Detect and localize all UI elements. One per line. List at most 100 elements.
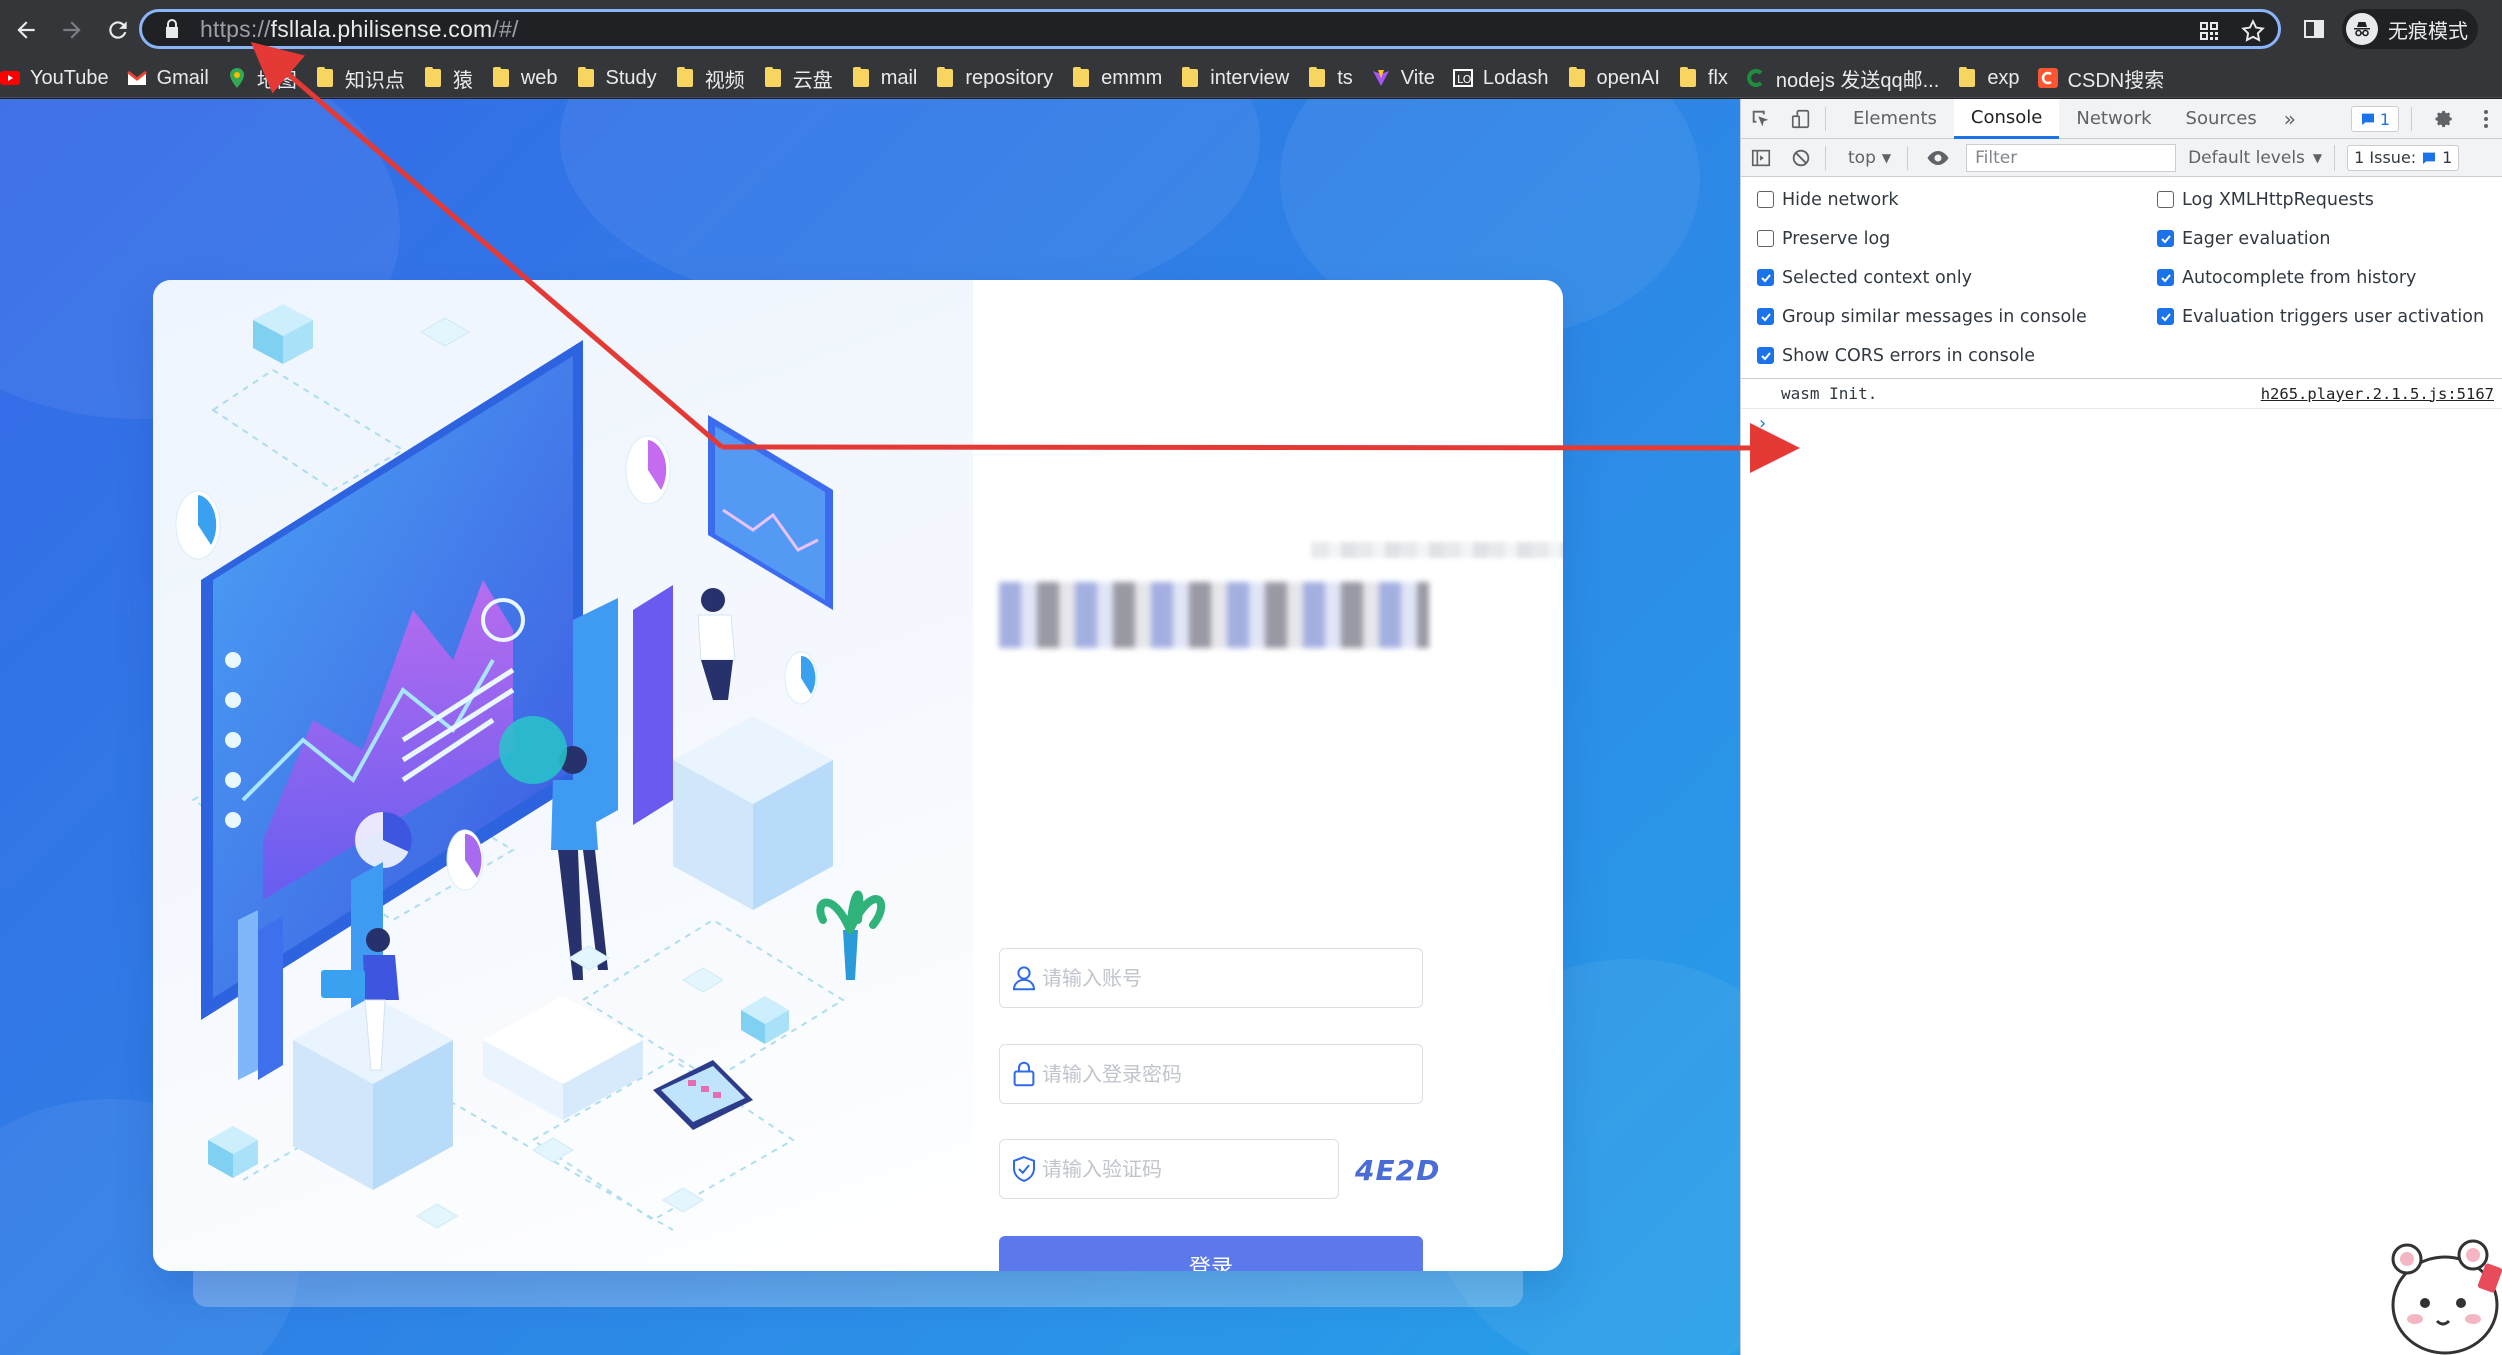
bookmark-item[interactable]: flx (1678, 67, 1742, 90)
chevron-down-icon: ▼ (1881, 150, 1892, 165)
forward-icon[interactable] (52, 10, 92, 50)
setting-checkbox-row[interactable]: Hide network (1757, 189, 2157, 210)
back-icon[interactable] (6, 10, 46, 50)
checkbox-unchecked-icon[interactable] (1757, 191, 1774, 208)
bookmark-item[interactable]: nodejs 发送qq邮... (1746, 64, 1953, 93)
url-host: fsllala.philisense.com (270, 15, 493, 42)
console-prompt[interactable]: › (1741, 409, 2502, 437)
tab-console[interactable]: Console (1953, 98, 2060, 139)
log-levels-dropdown[interactable]: Default levels ▼ (2188, 144, 2336, 171)
bookmark-item[interactable]: repository (935, 67, 1067, 90)
live-expression-eye-icon[interactable] (1918, 138, 1958, 178)
setting-label: Eager evaluation (2182, 228, 2331, 249)
bookmark-label: 猿 (452, 69, 473, 92)
captcha-input[interactable] (1042, 1141, 1332, 1197)
setting-checkbox-row[interactable]: Log XMLHttpRequests (2157, 189, 2502, 210)
levels-label: Default levels (2188, 147, 2305, 168)
folder-icon (935, 67, 955, 88)
tab-elements[interactable]: Elements (1836, 99, 1954, 139)
more-tabs-icon[interactable]: » (2274, 107, 2306, 131)
setting-checkbox-row[interactable]: Eager evaluation (2157, 228, 2502, 249)
bookmark-item[interactable]: YouTube (0, 67, 123, 90)
bookmark-item[interactable]: 云盘 (763, 64, 847, 93)
setting-checkbox-row[interactable]: Show CORS errors in console (1757, 345, 2157, 366)
bookmark-item[interactable]: interview (1180, 67, 1303, 90)
issues-counter[interactable]: 1 Issue: 1 (2347, 144, 2460, 171)
bookmark-item[interactable]: 知识点 (315, 64, 419, 93)
bookmark-label: ts (1337, 66, 1353, 89)
bookmark-label: CSDN搜索 (2067, 69, 2165, 92)
kebab-menu-icon[interactable] (2474, 99, 2498, 139)
address-bar[interactable]: https://fsllala.philisense.com/#/ (139, 9, 2281, 49)
bookmark-item[interactable]: Study (576, 67, 671, 90)
account-field[interactable] (999, 948, 1423, 1008)
login-card: 4E2D 登录 (153, 280, 1563, 1271)
bookmark-label: flx (1707, 66, 1728, 89)
captcha-field[interactable] (999, 1139, 1339, 1199)
bookmark-item[interactable]: 猿 (423, 64, 487, 93)
bookmark-item[interactable]: 地图 (227, 64, 311, 93)
bookmark-item[interactable]: ts (1307, 67, 1367, 90)
checkbox-checked-icon[interactable] (1757, 269, 1774, 286)
captcha-image[interactable]: 4E2D (1355, 1154, 1445, 1190)
reload-icon[interactable] (98, 10, 138, 50)
divider (1825, 106, 1826, 131)
messages-badge[interactable]: 1 (2350, 106, 2399, 132)
sidebar-toggle-icon[interactable] (1741, 138, 1781, 178)
checkbox-unchecked-icon[interactable] (2157, 191, 2174, 208)
settings-gear-icon[interactable] (2424, 99, 2464, 139)
checkbox-checked-icon[interactable] (1757, 347, 1774, 364)
checkbox-unchecked-icon[interactable] (1757, 230, 1774, 247)
setting-checkbox-row[interactable]: Selected context only (1757, 267, 2157, 288)
bookmark-item[interactable]: exp (1957, 67, 2033, 90)
login-button[interactable]: 登录 (999, 1236, 1423, 1271)
bookmark-item[interactable]: openAI (1567, 67, 1674, 90)
messages-count: 1 (2379, 109, 2390, 129)
c-icon (1746, 68, 1766, 88)
lock-icon (166, 19, 178, 38)
tab-network[interactable]: Network (2059, 99, 2168, 139)
checkbox-checked-icon[interactable] (1757, 308, 1774, 325)
console-messages: wasm Init. h265.player.2.1.5.js:5167 (1741, 379, 2502, 409)
setting-label: Log XMLHttpRequests (2182, 189, 2374, 210)
device-toolbar-icon[interactable] (1781, 99, 1821, 139)
lodash-icon: LO (1452, 68, 1473, 88)
incognito-profile-button[interactable]: 无痕模式 (2342, 9, 2478, 49)
qr-code-icon[interactable] (2194, 16, 2224, 46)
bookmark-item[interactable]: mail (851, 67, 932, 90)
checkbox-checked-icon[interactable] (2157, 308, 2174, 325)
password-field[interactable] (999, 1044, 1423, 1104)
context-selector[interactable]: top ▼ (1836, 148, 1903, 168)
bookmark-item[interactable]: emmm (1071, 67, 1176, 90)
setting-label: Selected context only (1782, 267, 1972, 288)
gmail-icon (126, 68, 147, 88)
bookmark-item[interactable]: web (491, 67, 572, 90)
checkbox-checked-icon[interactable] (2157, 230, 2174, 247)
bookmark-item[interactable]: Vite (1371, 67, 1449, 90)
clear-console-icon[interactable] (1781, 138, 1821, 178)
setting-checkbox-row[interactable]: Group similar messages in console (1757, 306, 2157, 327)
setting-checkbox-row[interactable]: Autocomplete from history (2157, 267, 2502, 288)
bookmark-item[interactable]: LO Lodash (1452, 66, 1563, 90)
youtube-icon (0, 68, 20, 88)
bookmark-label: Lodash (1482, 66, 1549, 89)
console-source-link[interactable]: h265.player.2.1.5.js:5167 (2261, 385, 2494, 403)
devtools-panel: Elements Console Network Sources » 1 top ▼ (1740, 98, 2502, 1355)
bookmark-label: web (520, 66, 558, 89)
svg-text:LO: LO (1457, 73, 1472, 86)
message-icon (2361, 113, 2374, 125)
inspect-element-icon[interactable] (1741, 99, 1781, 139)
bookmark-item[interactable]: CSDN搜索 (2037, 64, 2179, 93)
password-input[interactable] (1042, 1046, 1402, 1102)
cartoon-sticker (2391, 1239, 2502, 1355)
tab-sources[interactable]: Sources (2169, 99, 2274, 139)
bookmark-star-icon[interactable] (2238, 16, 2268, 46)
bookmark-item[interactable]: 视频 (675, 64, 759, 93)
account-input[interactable] (1042, 950, 1402, 1006)
setting-checkbox-row[interactable]: Evaluation triggers user activation (2157, 306, 2502, 327)
console-filter-input[interactable]: Filter (1966, 143, 2177, 172)
setting-checkbox-row[interactable]: Preserve log (1757, 228, 2157, 249)
side-panel-icon[interactable] (2296, 9, 2332, 49)
checkbox-checked-icon[interactable] (2157, 269, 2174, 286)
bookmark-item[interactable]: Gmail (126, 67, 223, 90)
